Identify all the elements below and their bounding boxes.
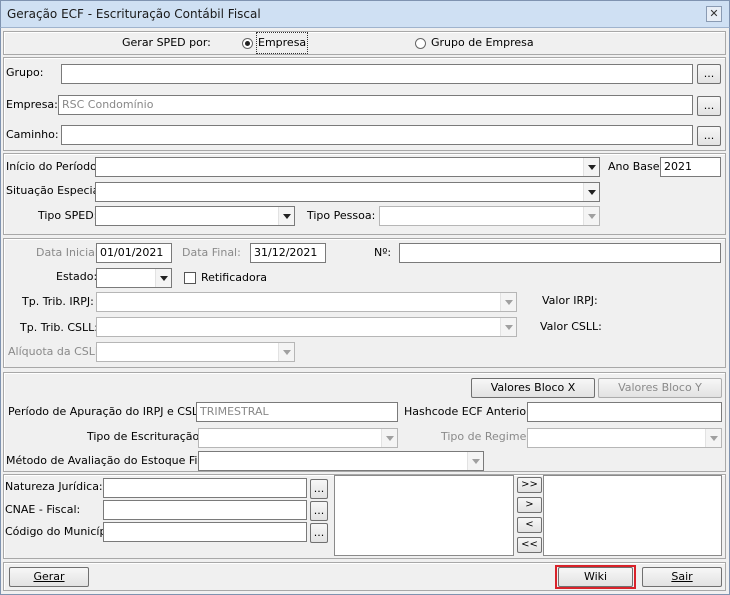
valor-csll-label: Valor CSLL: <box>540 320 602 333</box>
chevron-down-icon[interactable] <box>583 183 599 201</box>
estado-label: Estado: <box>56 270 98 283</box>
tp-trib-csll-select[interactable] <box>96 317 517 337</box>
cnae-fiscal-label: CNAE - Fiscal: <box>5 503 81 516</box>
valores-bloco-y-button[interactable]: Valores Bloco Y <box>598 378 722 398</box>
move-all-right-button[interactable]: >> <box>517 477 542 493</box>
gerar-button[interactable]: Gerar <box>9 567 89 587</box>
cnae-fiscal-lookup-button[interactable]: ... <box>310 501 328 521</box>
radio-grupo-empresa-label[interactable]: Grupo de Empresa <box>431 34 534 52</box>
periodo-apuracao-label: Período de Apuração do IRPJ e CSLL: <box>8 405 208 418</box>
ano-base-label: Ano Base: <box>608 160 664 173</box>
ano-base-input[interactable]: 2021 <box>660 157 721 177</box>
data-final-input[interactable]: 31/12/2021 <box>250 243 326 263</box>
tipo-sped-select[interactable] <box>95 206 295 226</box>
tipo-pessoa-label: Tipo Pessoa: <box>307 209 376 222</box>
window-title: Geração ECF - Escrituração Contábil Fisc… <box>7 7 261 21</box>
codigo-municipio-input[interactable] <box>103 522 307 542</box>
sair-button[interactable]: Sair <box>642 567 722 587</box>
caminho-lookup-button[interactable]: ... <box>697 126 721 146</box>
tipo-escrituracao-label: Tipo de Escrituração: <box>87 430 203 443</box>
retificadora-label[interactable]: Retificadora <box>201 269 267 287</box>
gerar-sped-panel <box>3 31 726 55</box>
selected-list[interactable] <box>543 475 722 556</box>
data-final-label: Data Final: <box>182 246 241 259</box>
inicio-periodo-label: Início do Período: <box>6 160 101 173</box>
natureza-juridica-input[interactable] <box>103 478 307 498</box>
valor-irpj-label: Valor IRPJ: <box>542 294 598 307</box>
chevron-down-icon[interactable] <box>467 452 483 470</box>
grupo-label: Grupo: <box>6 66 44 79</box>
available-list[interactable] <box>334 475 514 556</box>
tipo-sped-label: Tipo SPED: <box>38 209 98 222</box>
move-all-left-button[interactable]: << <box>517 537 542 553</box>
close-icon[interactable]: ✕ <box>706 6 722 22</box>
numero-input[interactable] <box>399 243 721 263</box>
estado-select[interactable] <box>96 268 172 288</box>
empresa-lookup-button[interactable]: ... <box>697 96 721 116</box>
wiki-button[interactable]: Wiki <box>558 567 633 587</box>
chevron-down-icon[interactable] <box>278 207 294 225</box>
tp-trib-irpj-label: Tp. Trib. IRPJ: <box>22 295 94 308</box>
chevron-down-icon[interactable] <box>705 429 721 447</box>
tipo-regime-label: Tipo de Regime: <box>441 430 531 443</box>
gerar-sped-label: Gerar SPED por: <box>122 36 211 49</box>
empresa-input[interactable]: RSC Condomínio <box>58 95 693 115</box>
inicio-periodo-select[interactable] <box>95 157 600 177</box>
empresa-label: Empresa: <box>6 98 58 111</box>
data-inicial-input[interactable]: 01/01/2021 <box>96 243 172 263</box>
natureza-juridica-label: Natureza Jurídica: <box>5 480 103 493</box>
tipo-regime-select[interactable] <box>527 428 722 448</box>
chevron-down-icon[interactable] <box>583 207 599 225</box>
natureza-juridica-lookup-button[interactable]: ... <box>310 479 328 499</box>
hashcode-input[interactable] <box>527 402 722 422</box>
chevron-down-icon[interactable] <box>500 318 516 336</box>
tipo-pessoa-select[interactable] <box>379 206 600 226</box>
situacao-especial-select[interactable] <box>95 182 600 202</box>
grupo-lookup-button[interactable]: ... <box>697 64 721 84</box>
situacao-especial-label: Situação Especial: <box>6 184 107 197</box>
periodo-apuracao-input[interactable]: TRIMESTRAL <box>196 402 398 422</box>
radio-empresa-label[interactable]: Empresa <box>255 32 309 54</box>
chevron-down-icon[interactable] <box>155 269 171 287</box>
caminho-input[interactable] <box>61 125 693 145</box>
move-left-button[interactable]: < <box>517 517 542 533</box>
tp-trib-irpj-select[interactable] <box>96 292 517 312</box>
valores-bloco-x-button[interactable]: Valores Bloco X <box>471 378 595 398</box>
chevron-down-icon[interactable] <box>583 158 599 176</box>
tp-trib-csll-label: Tp. Trib. CSLL: <box>20 321 98 334</box>
chevron-down-icon[interactable] <box>500 293 516 311</box>
numero-label: Nº: <box>374 246 392 259</box>
gerar-button-label: Gerar <box>33 570 65 583</box>
sair-button-label: Sair <box>671 570 693 583</box>
grupo-input[interactable] <box>61 64 693 84</box>
codigo-municipio-lookup-button[interactable]: ... <box>310 523 328 543</box>
caminho-label: Caminho: <box>6 128 59 141</box>
retificadora-checkbox[interactable] <box>184 272 196 284</box>
move-right-button[interactable]: > <box>517 497 542 513</box>
cnae-fiscal-input[interactable] <box>103 500 307 520</box>
hashcode-label: Hashcode ECF Anterior: <box>404 405 535 418</box>
aliquota-csll-select[interactable] <box>96 342 295 362</box>
chevron-down-icon[interactable] <box>278 343 294 361</box>
aliquota-csll-label: Alíquota da CSLL: <box>8 345 105 358</box>
chevron-down-icon[interactable] <box>381 429 397 447</box>
radio-empresa[interactable] <box>242 38 253 49</box>
tipo-escrituracao-select[interactable] <box>198 428 398 448</box>
radio-grupo-empresa[interactable] <box>415 38 426 49</box>
metodo-avaliacao-select[interactable] <box>198 451 484 471</box>
data-inicial-label: Data Inicial: <box>36 246 102 259</box>
metodo-avaliacao-label: Método de Avaliação do Estoque Final: <box>6 454 218 467</box>
